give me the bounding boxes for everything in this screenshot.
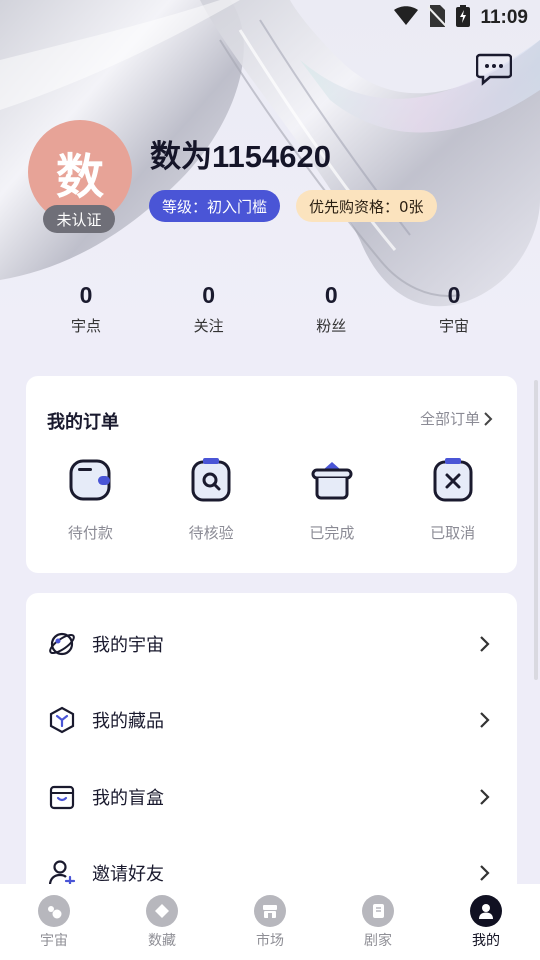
menu-label: 我的盲盒: [92, 788, 164, 809]
stat-following[interactable]: 0 关注: [148, 282, 270, 336]
chevron-right-icon: [480, 789, 490, 805]
tab-label: 剧家: [364, 933, 392, 949]
order-label: 已完成: [309, 524, 355, 542]
box-icon: [49, 785, 75, 810]
order-status-row: 待付款 待核验 已完成 已取消: [26, 458, 517, 543]
all-orders-link[interactable]: 全部订单: [420, 408, 493, 429]
user-plus-icon: [48, 860, 76, 887]
tab-mine[interactable]: 我的: [432, 884, 540, 960]
clipboard-x-icon: [433, 458, 473, 502]
chevron-right-icon: [480, 636, 490, 652]
no-sim-icon: [427, 5, 448, 31]
order-pending-payment[interactable]: 待付款: [40, 458, 140, 543]
planet-tab-icon: [38, 895, 70, 927]
stat-universe[interactable]: 0 宇宙: [393, 282, 515, 336]
bottom-tab-bar: 宇宙 数藏 市场 剧家 我的: [0, 884, 540, 960]
tab-drama[interactable]: 剧家: [324, 884, 432, 960]
scrollbar[interactable]: [534, 380, 538, 680]
menu-label: 我的宇宙: [92, 635, 164, 656]
wallet-icon: [69, 459, 111, 501]
tab-universe[interactable]: 宇宙: [0, 884, 108, 960]
tab-market[interactable]: 市场: [216, 884, 324, 960]
order-completed[interactable]: 已完成: [282, 458, 382, 543]
stat-label: 宇宙: [438, 317, 469, 335]
order-pending-verify[interactable]: 待核验: [161, 458, 261, 543]
order-label: 待核验: [188, 524, 234, 542]
status-bar: 11:09: [0, 0, 540, 36]
orders-card: 我的订单 全部订单 待付款 待核验 已完成 已取消: [26, 376, 517, 573]
menu-label: 我的藏品: [92, 711, 164, 732]
tab-label: 宇宙: [40, 933, 68, 949]
status-time: 11:09: [480, 7, 528, 28]
tab-label: 我的: [472, 933, 500, 949]
menu-item-my-universe[interactable]: 我的宇宙: [26, 614, 517, 674]
stat-followers[interactable]: 0 粉丝: [270, 282, 392, 336]
order-label: 已取消: [430, 524, 476, 542]
stat-value: 0: [447, 282, 461, 308]
chevron-right-icon: [484, 411, 493, 426]
script-icon: [362, 895, 394, 927]
stat-label: 关注: [193, 317, 224, 335]
battery-charging-icon: [456, 5, 471, 31]
username: 数为1154620: [150, 139, 331, 174]
chat-icon: [475, 53, 513, 86]
all-orders-label: 全部订单: [419, 410, 480, 428]
menu-card: 我的宇宙 我的藏品 我的盲盒 邀请好友: [26, 593, 517, 923]
chevron-right-icon: [480, 865, 490, 881]
stat-points[interactable]: 0 宇点: [25, 282, 147, 336]
clipboard-search-icon: [191, 458, 231, 502]
diamond-icon: [146, 895, 178, 927]
tab-label: 市场: [256, 933, 284, 949]
wifi-icon: [394, 6, 419, 30]
stat-value: 0: [202, 282, 216, 308]
priority-badge[interactable]: 优先购资格：0张: [296, 190, 437, 222]
store-icon: [254, 895, 286, 927]
tab-label: 数藏: [148, 933, 176, 949]
orders-title: 我的订单: [47, 412, 119, 433]
level-badge[interactable]: 等级：初入门槛: [149, 190, 281, 222]
order-cancelled[interactable]: 已取消: [403, 458, 503, 543]
planet-icon: [49, 632, 75, 656]
stat-value: 0: [324, 282, 338, 308]
message-button[interactable]: [475, 52, 513, 86]
stat-label: 宇点: [70, 317, 101, 335]
order-label: 待付款: [67, 524, 113, 542]
chevron-right-icon: [480, 712, 490, 728]
verify-status-badge[interactable]: 未认证: [43, 205, 115, 233]
basket-icon: [311, 462, 353, 500]
stats-row: 0 宇点 0 关注 0 粉丝 0 宇宙: [25, 282, 515, 336]
tab-collectibles[interactable]: 数藏: [108, 884, 216, 960]
stat-value: 0: [79, 282, 93, 308]
user-icon: [470, 895, 502, 927]
stat-label: 粉丝: [316, 317, 347, 335]
menu-label: 邀请好友: [92, 864, 164, 885]
hexagon-y-icon: [49, 706, 75, 734]
menu-item-my-collection[interactable]: 我的藏品: [26, 690, 517, 750]
menu-item-my-blind-box[interactable]: 我的盲盒: [26, 767, 517, 827]
